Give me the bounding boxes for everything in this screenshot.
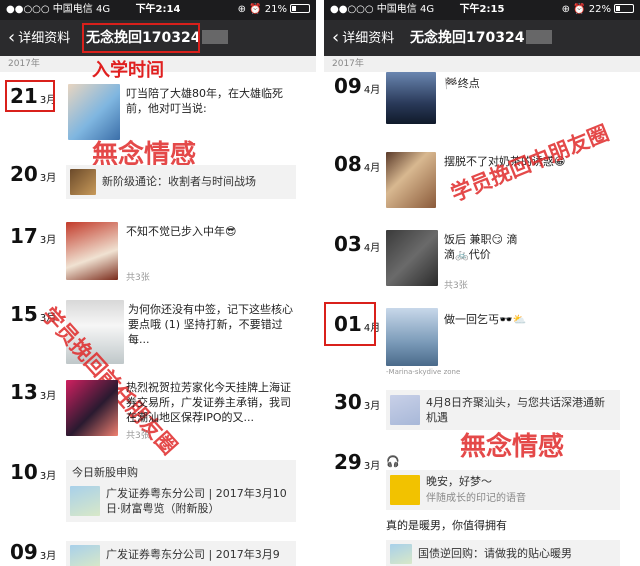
date-label: 29 3月 [334, 450, 381, 474]
post-text[interactable]: 叮当陪了大雄80年，在大雄临死前，他对叮当说: [126, 86, 296, 116]
audio-subtitle: 伴随成长的印记的语音 [426, 493, 526, 504]
date-label: 09 3月 [10, 540, 57, 564]
shared-post-card[interactable]: 今日新股申购 广发证券粤东分公司 | 2017年3月10日·财富粤览（附新股） [66, 460, 296, 522]
shared-link-card[interactable]: 4月8日齐聚汕头，与您共话深港通新机遇 [386, 390, 620, 430]
page-title: 无念挽回170324 [410, 20, 553, 56]
photo-count: 共3张 [444, 281, 468, 291]
shared-link-card[interactable]: 国债逆回购：请做我的贴心暖男 [386, 540, 620, 566]
date-label: 20 3月 [10, 162, 57, 186]
back-label: 详细资料 [18, 31, 71, 46]
redacted-block [526, 30, 553, 44]
post-text[interactable]: 为何你还没有中签，记下这些核心要点哦 (1) 坚持打新，不要错过每... [128, 302, 296, 347]
chevron-left-icon: ‹ [8, 27, 16, 48]
status-right: ⊕ ⏰ 21% [238, 0, 310, 20]
link-thumbnail [390, 544, 412, 564]
date-highlight-box [324, 302, 376, 346]
date-label: 08 4月 [334, 152, 381, 176]
post-text[interactable]: 不知不觉已步入中年😎 [126, 224, 296, 239]
watermark: 無念情感 [460, 432, 565, 462]
right-timeline-panel: ●●○○○ 中国电信 4G 下午2:15 ⊕ ⏰ 22% ‹ 详细资料 无念挽回1… [324, 0, 640, 566]
audio-thumbnail [390, 475, 420, 505]
redacted-block [202, 30, 229, 44]
post-text: 今日新股申购 [72, 466, 138, 479]
date-label: 13 3月 [10, 380, 57, 404]
link-title: 广发证券粤东分公司 | 2017年3月9 [106, 548, 280, 561]
post-photo[interactable] [386, 72, 436, 124]
link-thumbnail [70, 169, 96, 195]
battery-icon [614, 4, 634, 13]
annotation-label: 入学时间 [92, 60, 164, 81]
battery-percent: ⊕ ⏰ 21% [237, 4, 287, 15]
post-photo[interactable] [386, 230, 438, 286]
post-photo[interactable] [386, 308, 438, 366]
date-label: 09 4月 [334, 74, 381, 98]
chevron-left-icon: ‹ [332, 27, 340, 48]
date-label: 03 4月 [334, 232, 381, 256]
link-title: 国债逆回购：请做我的贴心暖男 [418, 547, 572, 560]
link-thumbnail [70, 545, 100, 566]
status-right: ⊕ ⏰ 22% [562, 0, 634, 20]
date-label: 30 3月 [334, 390, 381, 414]
post-text[interactable]: 饭后 兼职😏 滴滴🚲代价 [444, 232, 524, 262]
title-highlight-box [82, 23, 200, 53]
photo-count: 共3张 [126, 273, 150, 283]
post-text[interactable]: 热烈祝贺拉芳家化今天挂牌上海证券交易所，广发证券主承销，我司在潮汕地区保荐IPO… [126, 380, 296, 425]
panel-divider [316, 0, 324, 566]
post-photo[interactable] [66, 222, 118, 280]
audio-title: 晚安，好梦～ [426, 475, 492, 488]
link-title: 广发证券粤东分公司 | 2017年3月10日·财富粤览（附新股） [106, 487, 287, 515]
photo-caption: -Marina-skydive zone [386, 368, 461, 376]
post-text[interactable]: 做一回乞丐🕶️⛅ [444, 312, 526, 327]
headphones-icon: 🎧 [386, 455, 400, 468]
back-button[interactable]: ‹ 详细资料 [8, 20, 70, 57]
back-label: 详细资料 [342, 31, 395, 46]
date-label: 17 3月 [10, 224, 57, 248]
page-title-text: 无念挽回170324 [410, 30, 525, 46]
back-button[interactable]: ‹ 详细资料 [332, 20, 394, 57]
year-header: 2017年 [324, 56, 640, 72]
shared-link-card[interactable]: 广发证券粤东分公司 | 2017年3月9 [66, 541, 296, 566]
date-highlight-box [5, 80, 55, 112]
post-text[interactable]: 🏁终点 [444, 76, 480, 91]
link-thumbnail [70, 486, 100, 516]
status-bar: ●●○○○ 中国电信 4G 下午2:15 ⊕ ⏰ 22% [324, 0, 640, 20]
link-thumbnail [390, 395, 420, 425]
post-text[interactable]: 真的是暖男，你值得拥有 [386, 518, 507, 533]
shared-link-card[interactable]: 新阶级通论：收割者与时间战场 [66, 165, 296, 199]
link-title: 新阶级通论：收割者与时间战场 [102, 175, 256, 188]
battery-percent: ⊕ ⏰ 22% [561, 4, 611, 15]
date-label: 10 3月 [10, 460, 57, 484]
link-title: 4月8日齐聚汕头，与您共话深港通新机遇 [426, 396, 605, 424]
post-photo[interactable] [66, 380, 118, 436]
post-photo[interactable] [68, 84, 120, 140]
post-photo[interactable] [386, 152, 436, 208]
shared-audio-card[interactable]: 晚安，好梦～ 伴随成长的印记的语音 [386, 470, 620, 510]
photo-count: 共3张 [126, 431, 150, 441]
battery-icon [290, 4, 310, 13]
nav-bar: ‹ 详细资料 无念挽回170324 [324, 20, 640, 56]
status-bar: ●●○○○ 中国电信 4G 下午2:14 ⊕ ⏰ 21% [0, 0, 316, 20]
left-timeline-panel: ●●○○○ 中国电信 4G 下午2:14 ⊕ ⏰ 21% ‹ 详细资料 无念挽回1… [0, 0, 316, 566]
